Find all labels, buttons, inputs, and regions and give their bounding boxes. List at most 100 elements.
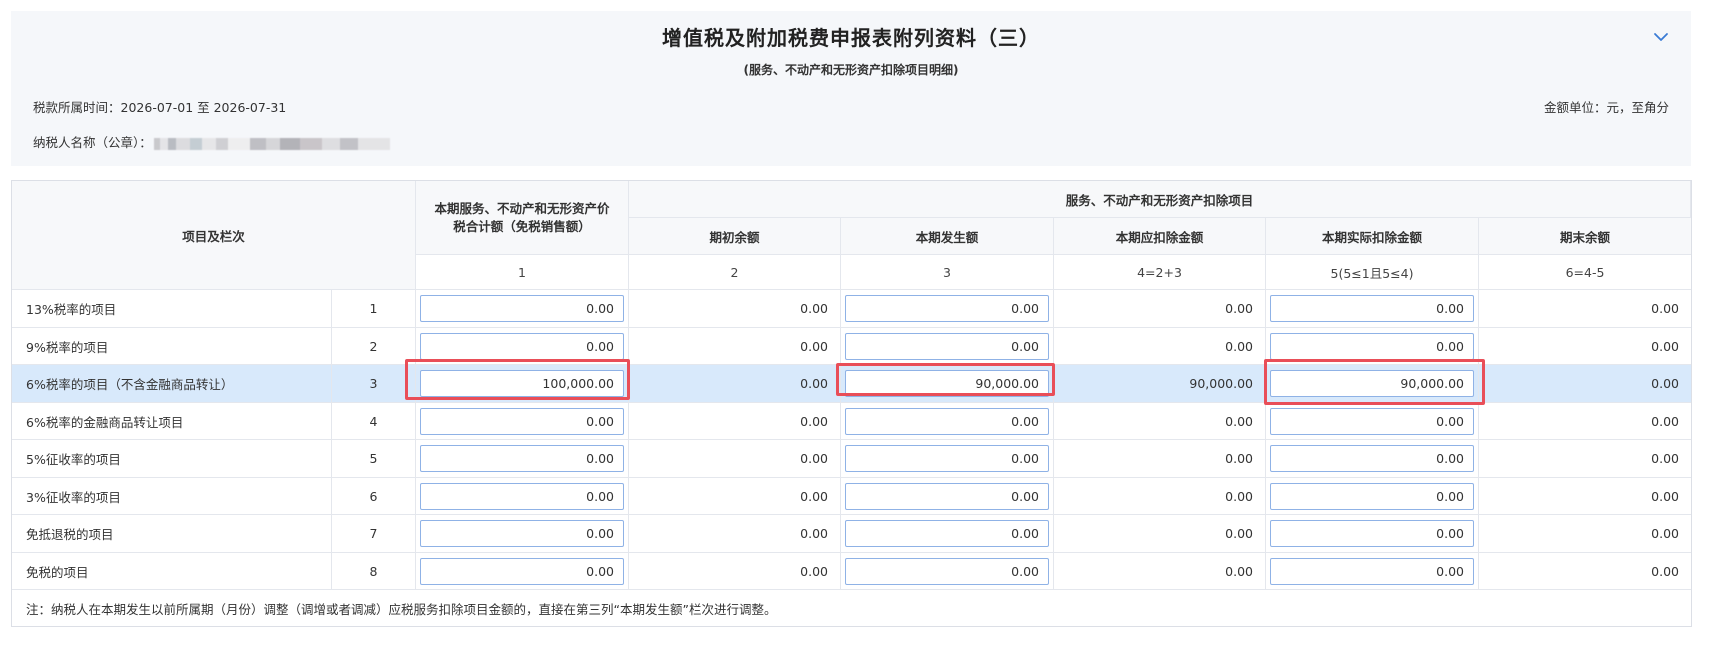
header-col2: 期初余额 <box>629 218 841 255</box>
header-col4: 本期应扣除金额 <box>1054 218 1266 255</box>
table-cell-c5[interactable] <box>1266 515 1479 553</box>
amount-input-c3[interactable] <box>845 332 1049 360</box>
table-cell-c3[interactable] <box>841 290 1054 328</box>
table-cell-c1[interactable] <box>416 553 629 590</box>
amount-input-c1[interactable] <box>420 520 624 547</box>
table-cell-c5[interactable] <box>1266 365 1479 403</box>
value-deductible: 0.00 <box>1054 553 1266 590</box>
table-cell-c5[interactable] <box>1266 553 1479 590</box>
tax-period: 税款所属时间：2026-07-01 至 2026-07-31 <box>33 97 286 116</box>
value-closing-balance: 0.00 <box>1479 553 1691 590</box>
table-cell-c5[interactable] <box>1266 440 1479 478</box>
col-code-5: 5(5≤1且5≤4) <box>1266 255 1479 290</box>
value-deductible: 0.00 <box>1054 328 1266 365</box>
amount-input-c5[interactable] <box>1270 445 1474 472</box>
table-cell-c5[interactable] <box>1266 328 1479 365</box>
value-closing-balance: 0.00 <box>1479 290 1691 328</box>
value-opening-balance: 0.00 <box>629 478 841 515</box>
amount-input-c3[interactable] <box>845 557 1049 585</box>
row-label: 6%税率的金融商品转让项目 <box>12 403 332 440</box>
table-cell-c5[interactable] <box>1266 403 1479 440</box>
value-opening-balance: 0.00 <box>629 365 841 403</box>
tax-period-label: 税款所属时间： <box>33 100 121 115</box>
table-cell-c3[interactable] <box>841 328 1054 365</box>
amount-input-c1[interactable] <box>420 332 624 360</box>
table-cell-c1[interactable] <box>416 440 629 478</box>
chevron-down-icon[interactable] <box>1651 27 1671 47</box>
table-cell-c1[interactable] <box>416 403 629 440</box>
amount-input-c5[interactable] <box>1270 482 1474 510</box>
table-cell-c5[interactable] <box>1266 290 1479 328</box>
table-cell-c3[interactable] <box>841 403 1054 440</box>
amount-input-c3[interactable] <box>845 445 1049 472</box>
amount-input-c5[interactable] <box>1270 520 1474 547</box>
deduction-table: 项目及栏次 本期服务、不动产和无形资产价税合计额（免税销售额） 服务、不动产和无… <box>11 180 1692 627</box>
amount-input-c3[interactable] <box>845 295 1049 322</box>
row-code: 6 <box>332 478 416 515</box>
row-label: 6%税率的项目（不含金融商品转让） <box>12 365 332 403</box>
table-cell-c1[interactable] <box>416 290 629 328</box>
row-code: 1 <box>332 290 416 328</box>
row-code: 4 <box>332 403 416 440</box>
table-cell-c3[interactable] <box>841 515 1054 553</box>
value-closing-balance: 0.00 <box>1479 515 1691 553</box>
value-opening-balance: 0.00 <box>629 515 841 553</box>
row-code: 2 <box>332 328 416 365</box>
report-header: 增值税及附加税费申报表附列资料（三） (服务、不动产和无形资产扣除项目明细) 税… <box>11 11 1691 166</box>
tax-period-value: 2026-07-01 至 2026-07-31 <box>120 100 287 115</box>
table-cell-c3[interactable] <box>841 553 1054 590</box>
header-deduction-group: 服务、不动产和无形资产扣除项目 <box>629 181 1691 218</box>
table-cell-c1[interactable] <box>416 328 629 365</box>
amount-input-c3[interactable] <box>845 482 1049 510</box>
amount-input-c3[interactable] <box>845 520 1049 547</box>
amount-unit: 金额单位：元，至角分 <box>1543 100 1669 115</box>
col-code-2: 2 <box>629 255 841 290</box>
table-cell-c1[interactable] <box>416 478 629 515</box>
value-closing-balance: 0.00 <box>1479 328 1691 365</box>
amount-input-c1[interactable] <box>420 445 624 472</box>
table-cell-c1[interactable] <box>416 365 629 403</box>
col-code-6: 6=4-5 <box>1479 255 1691 290</box>
value-deductible: 90,000.00 <box>1054 365 1266 403</box>
header-col1: 本期服务、不动产和无形资产价税合计额（免税销售额） <box>416 181 629 255</box>
col-code-3: 3 <box>841 255 1054 290</box>
value-closing-balance: 0.00 <box>1479 478 1691 515</box>
row-label: 免抵退税的项目 <box>12 515 332 553</box>
row-code: 7 <box>332 515 416 553</box>
value-deductible: 0.00 <box>1054 290 1266 328</box>
taxpayer-name-redacted <box>153 137 390 150</box>
row-label: 免税的项目 <box>12 553 332 590</box>
amount-input-c5[interactable] <box>1270 295 1474 322</box>
amount-input-c5[interactable] <box>1270 332 1474 360</box>
amount-input-c1[interactable] <box>420 370 624 397</box>
amount-input-c5[interactable] <box>1270 370 1474 397</box>
table-cell-c1[interactable] <box>416 515 629 553</box>
value-closing-balance: 0.00 <box>1479 403 1691 440</box>
table-cell-c3[interactable] <box>841 440 1054 478</box>
amount-input-c3[interactable] <box>845 370 1049 397</box>
row-label: 13%税率的项目 <box>12 290 332 328</box>
value-deductible: 0.00 <box>1054 440 1266 478</box>
table-cell-c3[interactable] <box>841 478 1054 515</box>
amount-input-c5[interactable] <box>1270 407 1474 435</box>
row-code: 5 <box>332 440 416 478</box>
amount-input-c1[interactable] <box>420 407 624 435</box>
value-opening-balance: 0.00 <box>629 553 841 590</box>
header-item-columns: 项目及栏次 <box>12 181 416 290</box>
amount-input-c1[interactable] <box>420 295 624 322</box>
amount-input-c5[interactable] <box>1270 557 1474 585</box>
row-label: 9%税率的项目 <box>12 328 332 365</box>
value-opening-balance: 0.00 <box>629 440 841 478</box>
amount-input-c1[interactable] <box>420 557 624 585</box>
taxpayer-name: 纳税人名称（公章）： <box>33 132 390 151</box>
row-code: 3 <box>332 365 416 403</box>
table-cell-c5[interactable] <box>1266 478 1479 515</box>
value-opening-balance: 0.00 <box>629 403 841 440</box>
table-cell-c3[interactable] <box>841 365 1054 403</box>
page-subtitle: (服务、不动产和无形资产扣除项目明细) <box>743 63 959 77</box>
value-deductible: 0.00 <box>1054 403 1266 440</box>
header-col5: 本期实际扣除金额 <box>1266 218 1479 255</box>
value-opening-balance: 0.00 <box>629 328 841 365</box>
amount-input-c1[interactable] <box>420 482 624 510</box>
amount-input-c3[interactable] <box>845 407 1049 435</box>
